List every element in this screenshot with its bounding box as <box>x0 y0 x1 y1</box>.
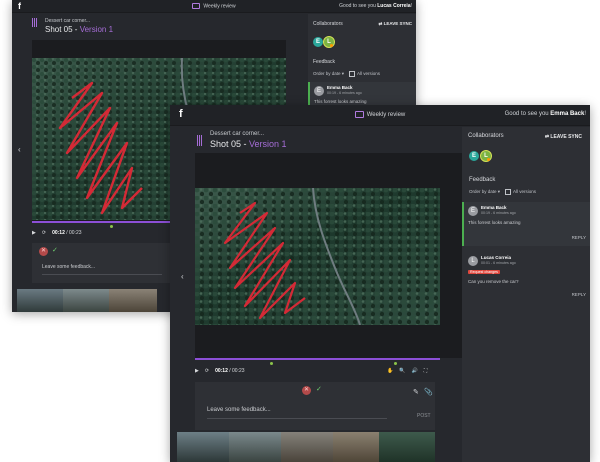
reply-button[interactable]: REPLY <box>572 292 586 297</box>
thumbnail[interactable] <box>63 289 109 312</box>
comment-meta: 00:19 - 6 minutes ago <box>481 211 516 215</box>
leave-sync-button[interactable]: ⇄ LEAVE SYNC <box>545 134 582 140</box>
thumbnail[interactable] <box>177 432 229 462</box>
version-stack-icon[interactable] <box>197 135 203 146</box>
comment-author: Emma Back <box>481 205 507 210</box>
timeline-marker[interactable] <box>110 225 113 228</box>
forest-image <box>195 188 440 325</box>
avatar[interactable]: E <box>313 37 323 47</box>
thumbnail-strip <box>17 289 157 312</box>
comment-author: Lucas Correia <box>481 255 512 260</box>
leave-sync-button[interactable]: ⇄ LEAVE SYNC <box>379 21 412 27</box>
input-underline <box>42 274 162 275</box>
feedback-input[interactable]: Leave some feedback... <box>42 264 95 270</box>
time-total: 00:23 <box>69 230 82 236</box>
version-stack-icon[interactable] <box>32 18 37 27</box>
timeline-bar[interactable] <box>195 358 440 360</box>
comment-text: Can you remove the car? <box>468 279 519 284</box>
breadcrumb[interactable]: Dessert car corner... <box>210 131 264 137</box>
thumbnail-strip <box>177 432 435 462</box>
avatar[interactable]: L <box>323 36 335 48</box>
hand-icon[interactable]: ✋ <box>387 368 393 374</box>
thumbnail[interactable] <box>109 289 157 312</box>
feedback-label: Feedback <box>313 59 335 65</box>
time-total: 00:23 <box>232 368 245 374</box>
check-icon[interactable]: ✓ <box>52 246 58 254</box>
request-changes-badge: Request changes <box>468 270 500 274</box>
play-icon[interactable]: ▶ <box>32 230 36 236</box>
timeline-marker[interactable] <box>270 362 273 365</box>
feedback-box: ✕ ✓ ✎ 📎 Leave some feedback... POST <box>195 382 435 430</box>
player-controls: ▶ ⟳ 00:12 / 00:23 <box>195 368 245 374</box>
avatar: E <box>468 206 478 216</box>
thumbnail[interactable] <box>333 432 379 462</box>
sidebar: Collaborators ⇄ LEAVE SYNC E L Feedback … <box>462 127 590 462</box>
loop-icon[interactable]: ⟳ <box>42 230 46 236</box>
prev-arrow-icon[interactable]: ‹ <box>181 272 184 281</box>
loop-icon[interactable]: ⟳ <box>205 368 209 374</box>
comment-text: This forrest looks amazing <box>468 220 521 225</box>
thumbnail[interactable] <box>229 432 281 462</box>
comment-text: This forrest looks amazing <box>314 99 367 104</box>
presence-dot <box>330 44 333 47</box>
comment-card[interactable]: E Emma Back 00:19 - 6 minutes ago This f… <box>462 202 590 246</box>
order-by-dropdown[interactable]: Order by date ▾ All versions <box>313 71 380 77</box>
greeting: Good to see you Emma Back! <box>504 111 586 117</box>
collaborators-label: Collaborators <box>468 133 504 139</box>
close-icon[interactable]: ✕ <box>302 386 311 395</box>
presence-dot <box>487 158 490 161</box>
feedback-box: ✕ ✓ Leave some feedback... <box>32 243 186 283</box>
greeting: Good to see you Lucas Correia! <box>339 3 412 9</box>
comment-meta: 00:01 - 6 minutes ago <box>481 261 516 265</box>
topbar: f Weekly review Good to see you Emma Bac… <box>170 105 590 126</box>
avatar[interactable]: E <box>469 151 479 161</box>
play-icon[interactable]: ▶ <box>195 368 199 374</box>
review-icon <box>192 3 201 9</box>
breadcrumb[interactable]: Dessert car corner... <box>45 18 90 24</box>
prev-arrow-icon[interactable]: ‹ <box>18 145 21 154</box>
player-controls: ▶ ⟳ 00:12 / 00:23 <box>32 230 82 236</box>
close-icon[interactable]: ✕ <box>39 247 48 256</box>
feedback-label: Feedback <box>469 177 496 183</box>
check-icon[interactable]: ✓ <box>316 385 322 393</box>
front-window: f Weekly review Good to see you Emma Bac… <box>170 105 590 462</box>
comment-meta: 00:19 - 6 minutes ago <box>327 91 362 95</box>
feedback-input[interactable]: Leave some feedback... <box>207 407 271 413</box>
review-icon <box>354 111 364 118</box>
thumbnail[interactable] <box>379 432 435 462</box>
topbar: f Weekly review Good to see you Lucas Co… <box>12 0 416 13</box>
reply-button[interactable]: REPLY <box>572 235 586 240</box>
player-tools: ✋ 🔍 🔊 ⛶ <box>387 368 427 374</box>
video-frame[interactable] <box>195 188 440 325</box>
order-by-dropdown[interactable]: Order by date ▾ All versions <box>469 189 536 195</box>
fullscreen-icon[interactable]: ⛶ <box>424 368 428 374</box>
all-versions-checkbox[interactable] <box>505 189 512 195</box>
time-current: 00:12 <box>52 230 65 236</box>
avatar: E <box>314 86 324 96</box>
volume-icon[interactable]: 🔊 <box>411 368 417 374</box>
comment-author: Emma Back <box>327 85 353 90</box>
shot-title: Shot 05 - Version 1 <box>45 25 114 34</box>
all-versions-checkbox[interactable] <box>349 71 356 77</box>
attach-icon[interactable]: 📎 <box>424 388 433 396</box>
video-player[interactable] <box>195 153 470 358</box>
pencil-icon[interactable]: ✎ <box>413 388 419 396</box>
comment-card[interactable]: L Lucas Correia 00:01 - 6 minutes ago Re… <box>462 252 590 302</box>
post-button[interactable]: POST <box>417 413 431 419</box>
avatar[interactable]: L <box>480 150 492 162</box>
thumbnail[interactable] <box>17 289 63 312</box>
avatar: L <box>468 256 478 266</box>
timeline-bar[interactable] <box>32 221 182 223</box>
thumbnail[interactable] <box>281 432 333 462</box>
timeline-marker[interactable] <box>394 362 397 365</box>
time-current: 00:12 <box>215 368 228 374</box>
input-underline <box>207 418 387 419</box>
collaborators-label: Collaborators <box>313 21 343 27</box>
shot-title: Shot 05 - Version 1 <box>210 139 287 149</box>
search-icon[interactable]: 🔍 <box>399 368 405 374</box>
